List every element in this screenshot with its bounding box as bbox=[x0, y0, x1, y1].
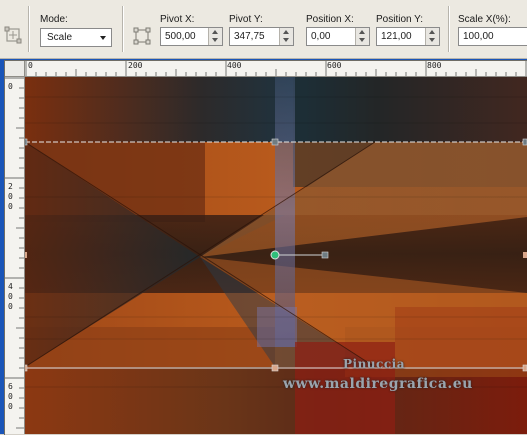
ruler-h-label: 400 bbox=[227, 61, 242, 70]
chevron-down-icon bbox=[100, 36, 106, 40]
pivot-y-spinner[interactable] bbox=[279, 28, 293, 45]
transform-handle bbox=[522, 138, 527, 146]
position-y-field[interactable]: 121,00 bbox=[376, 27, 440, 46]
watermark-name: Pinuccia bbox=[343, 357, 405, 371]
position-x-field[interactable]: 0,00 bbox=[306, 27, 370, 46]
mode-dropdown[interactable]: Scale bbox=[40, 28, 112, 47]
toolbar-separator bbox=[448, 6, 450, 52]
ruler-h-label: 200 bbox=[128, 61, 143, 70]
horizontal-ruler: 0 200 400 600 800 bbox=[25, 61, 527, 77]
ruler-v-label: 600 bbox=[8, 382, 13, 411]
pivot-x-value: 500,00 bbox=[165, 31, 196, 42]
transform-handle bbox=[523, 252, 527, 258]
pivot-y-label: Pivot Y: bbox=[229, 14, 263, 25]
ruler-v-label: 400 bbox=[8, 282, 13, 311]
scale-x-value: 100,00 bbox=[463, 31, 494, 42]
ruler-h-label: 600 bbox=[327, 61, 342, 70]
position-y-label: Position Y: bbox=[376, 14, 424, 25]
transform-handle bbox=[271, 364, 279, 372]
toolbar-separator bbox=[122, 6, 124, 52]
vertical-ruler-ticks bbox=[5, 77, 24, 429]
ruler-v-label: 0 bbox=[8, 82, 13, 91]
transform-handle bbox=[25, 252, 27, 258]
transform-handle bbox=[25, 364, 28, 372]
pivot-y-field[interactable]: 347,75 bbox=[229, 27, 294, 46]
watermark-url: www.maldiregrafica.eu bbox=[283, 376, 473, 392]
ruler-h-label: 800 bbox=[427, 61, 442, 70]
transform-handle bbox=[522, 364, 527, 372]
toolbar-separator bbox=[28, 6, 30, 52]
pivot-point bbox=[270, 250, 280, 260]
vertical-ruler: 0 200 400 600 bbox=[5, 77, 25, 434]
pivot-y-value: 347,75 bbox=[234, 31, 265, 42]
transform-handle bbox=[25, 138, 28, 146]
position-x-value: 0,00 bbox=[311, 31, 331, 42]
position-y-value: 121,00 bbox=[381, 31, 412, 42]
mode-value: Scale bbox=[47, 32, 73, 43]
position-y-spinner[interactable] bbox=[425, 28, 439, 45]
position-x-spinner[interactable] bbox=[355, 28, 369, 45]
ruler-v-label: 200 bbox=[8, 182, 13, 211]
pivot-x-field[interactable]: 500,00 bbox=[160, 27, 223, 46]
rotation-handle bbox=[321, 251, 329, 259]
tool-options-toolbar: Mode: Scale Pivot X: 500,00 Pivot Y: 347… bbox=[0, 0, 527, 59]
ruler-h-label: 0 bbox=[28, 61, 33, 70]
mode-label: Mode: bbox=[40, 14, 68, 25]
position-x-label: Position X: bbox=[306, 14, 354, 25]
pivot-x-spinner[interactable] bbox=[208, 28, 222, 45]
pick-tool-icon[interactable] bbox=[3, 25, 23, 45]
transform-grid-icon[interactable] bbox=[132, 26, 152, 46]
pivot-x-label: Pivot X: bbox=[160, 14, 195, 25]
scale-x-field[interactable]: 100,00 bbox=[458, 27, 527, 46]
scale-x-label: Scale X(%): bbox=[458, 14, 511, 25]
ruler-corner bbox=[5, 61, 25, 77]
horizontal-ruler-ticks bbox=[25, 61, 527, 76]
transform-handle bbox=[271, 138, 279, 146]
